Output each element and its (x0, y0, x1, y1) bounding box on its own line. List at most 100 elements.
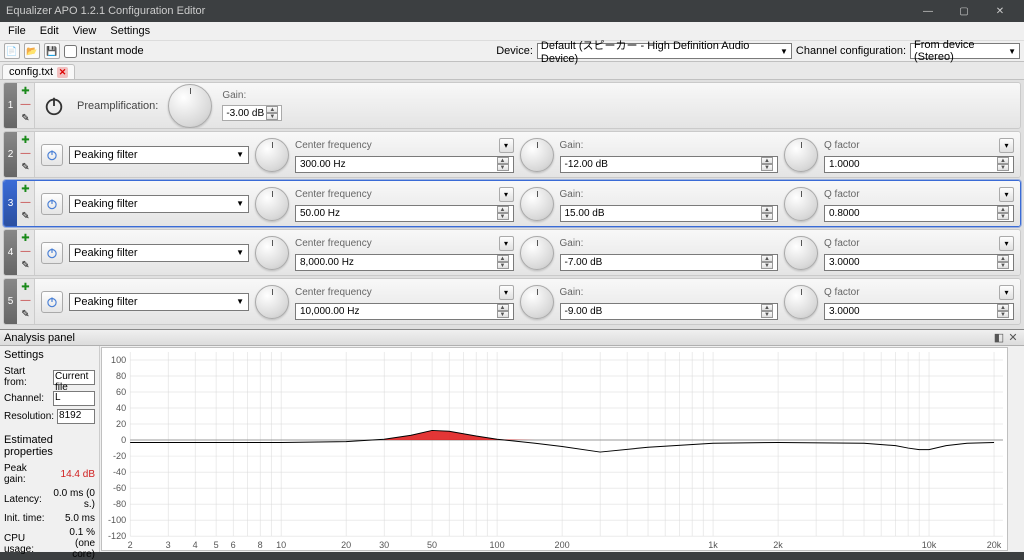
open-file-button[interactable]: 📂 (24, 43, 40, 59)
edit-row-icon[interactable]: ✎ (21, 163, 29, 173)
undock-icon[interactable]: ◧ (992, 331, 1006, 344)
q-knob[interactable] (784, 187, 818, 221)
resolution-dropdown[interactable]: 8192 (57, 409, 95, 424)
tab-config[interactable]: config.txt ✕ (2, 64, 75, 79)
gain-knob[interactable] (520, 236, 554, 270)
add-row-icon[interactable]: ✚ (21, 185, 29, 195)
add-row-icon[interactable]: ✚ (21, 283, 29, 293)
power-button[interactable] (41, 144, 63, 166)
filter-row-preamp: 1 ✚ — ✎ Preamplification: Gain: -3.00 dB… (3, 82, 1021, 129)
filter-type-dropdown[interactable]: Peaking filter (69, 146, 249, 164)
cf-menu-icon[interactable]: ▾ (499, 236, 514, 251)
row-number[interactable]: 4 (4, 230, 17, 275)
q-input[interactable]: 0.8000▲▼ (824, 205, 1014, 222)
close-panel-icon[interactable]: ✕ (1006, 331, 1020, 344)
remove-row-icon[interactable]: — (21, 149, 31, 159)
q-knob[interactable] (784, 285, 818, 319)
filter-type-dropdown[interactable]: Peaking filter (69, 293, 249, 311)
edit-row-icon[interactable]: ✎ (21, 261, 29, 271)
add-row-icon[interactable]: ✚ (21, 234, 29, 244)
filter-type-dropdown[interactable]: Peaking filter (69, 195, 249, 213)
svg-text:10k: 10k (922, 540, 937, 550)
minimize-button[interactable]: — (910, 6, 946, 17)
q-input[interactable]: 3.0000▲▼ (824, 254, 1014, 271)
filter-type-dropdown[interactable]: Peaking filter (69, 244, 249, 262)
row-number[interactable]: 1 (4, 83, 17, 128)
power-button[interactable] (41, 93, 67, 119)
menubar: File Edit View Settings (0, 22, 1024, 40)
frequency-knob[interactable] (255, 187, 289, 221)
menu-file[interactable]: File (2, 25, 32, 37)
gain-input[interactable]: 15.00 dB▲▼ (560, 205, 779, 222)
gain-input[interactable]: -7.00 dB▲▼ (560, 254, 779, 271)
frequency-knob[interactable] (255, 138, 289, 172)
frequency-knob[interactable] (255, 285, 289, 319)
save-file-button[interactable]: 💾 (44, 43, 60, 59)
q-knob[interactable] (784, 138, 818, 172)
power-button[interactable] (41, 242, 63, 264)
analysis-panel: Analysis panel ◧ ✕ Settings Start from:C… (0, 329, 1024, 552)
cf-input[interactable]: 50.00 Hz▲▼ (295, 205, 514, 222)
svg-text:4: 4 (193, 540, 198, 550)
menu-settings[interactable]: Settings (104, 25, 156, 37)
start-from-dropdown[interactable]: Current file (53, 370, 95, 385)
row-number[interactable]: 5 (4, 279, 17, 324)
gain-input[interactable]: -12.00 dB▲▼ (560, 156, 779, 173)
tab-close-icon[interactable]: ✕ (57, 67, 68, 78)
edit-row-icon[interactable]: ✎ (21, 310, 29, 320)
gain-input[interactable]: -9.00 dB▲▼ (560, 303, 779, 320)
remove-row-icon[interactable]: — (21, 198, 31, 208)
q-menu-icon[interactable]: ▾ (999, 236, 1014, 251)
preamp-gain-knob[interactable] (168, 84, 212, 128)
row-controls: ✚ — ✎ (17, 132, 35, 177)
svg-text:50: 50 (427, 540, 437, 550)
q-knob[interactable] (784, 236, 818, 270)
svg-text:-20: -20 (113, 451, 126, 461)
remove-row-icon[interactable]: — (21, 247, 31, 257)
cf-menu-icon[interactable]: ▾ (499, 138, 514, 153)
row-number[interactable]: 2 (4, 132, 17, 177)
close-button[interactable]: ✕ (982, 6, 1018, 17)
gain-knob[interactable] (520, 138, 554, 172)
frequency-knob[interactable] (255, 236, 289, 270)
edit-row-icon[interactable]: ✎ (21, 212, 29, 222)
gain-knob[interactable] (520, 285, 554, 319)
svg-text:100: 100 (111, 355, 126, 365)
add-row-icon[interactable]: ✚ (21, 136, 29, 146)
cf-menu-icon[interactable]: ▾ (499, 187, 514, 202)
channel-dropdown[interactable]: L (53, 391, 95, 406)
q-menu-icon[interactable]: ▾ (999, 187, 1014, 202)
remove-row-icon[interactable]: — (21, 296, 31, 306)
svg-text:30: 30 (379, 540, 389, 550)
cf-label: Center frequency (295, 140, 499, 151)
new-file-button[interactable]: 📄 (4, 43, 20, 59)
instant-mode-input[interactable] (64, 45, 77, 58)
instant-mode-checkbox[interactable]: Instant mode (64, 45, 144, 58)
edit-row-icon[interactable]: ✎ (21, 114, 29, 124)
svg-text:-80: -80 (113, 499, 126, 509)
cf-input[interactable]: 8,000.00 Hz▲▼ (295, 254, 514, 271)
remove-row-icon[interactable]: — (21, 100, 31, 110)
row-number[interactable]: 3 (4, 181, 17, 226)
cf-menu-icon[interactable]: ▾ (499, 285, 514, 300)
power-button[interactable] (41, 193, 63, 215)
device-dropdown[interactable]: Default (スピーカー - High Definition Audio D… (537, 43, 792, 59)
menu-view[interactable]: View (67, 25, 103, 37)
power-button[interactable] (41, 291, 63, 313)
q-input[interactable]: 1.0000▲▼ (824, 156, 1014, 173)
svg-text:80: 80 (116, 371, 126, 381)
maximize-button[interactable]: ▢ (946, 6, 982, 17)
tabbar: config.txt ✕ (0, 62, 1024, 80)
q-menu-icon[interactable]: ▾ (999, 285, 1014, 300)
q-menu-icon[interactable]: ▾ (999, 138, 1014, 153)
preamp-gain-input[interactable]: -3.00 dB ▲▼ (222, 105, 282, 121)
menu-edit[interactable]: Edit (34, 25, 65, 37)
cf-input[interactable]: 10,000.00 Hz▲▼ (295, 303, 514, 320)
add-row-icon[interactable]: ✚ (21, 87, 29, 97)
gain-knob[interactable] (520, 187, 554, 221)
cf-input[interactable]: 300.00 Hz▲▼ (295, 156, 514, 173)
svg-text:2: 2 (128, 540, 133, 550)
channel-config-dropdown[interactable]: From device (Stereo)▼ (910, 43, 1020, 59)
q-input[interactable]: 3.0000▲▼ (824, 303, 1014, 320)
analysis-settings: Settings Start from:Current file Channel… (0, 346, 100, 552)
